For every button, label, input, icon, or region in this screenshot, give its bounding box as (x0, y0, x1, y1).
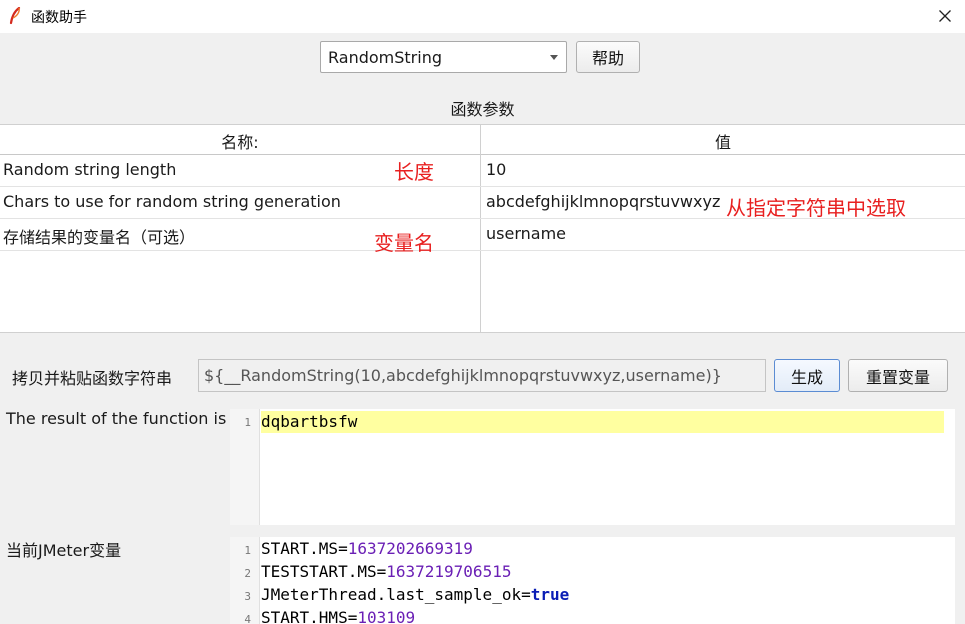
var-key: TESTSTART.MS (261, 562, 377, 581)
line-number: 4 (244, 613, 251, 624)
annotation-length: 长度 (394, 160, 434, 184)
result-text[interactable]: dqbartbsfw (261, 412, 357, 431)
param-name: Random string length (3, 160, 177, 179)
code-line: START.HMS=103109 (261, 608, 415, 624)
header-name[interactable]: 名称: (0, 129, 480, 153)
annotation-varname: 变量名 (374, 231, 434, 255)
var-equals: = (376, 562, 387, 581)
window-title: 函数助手 (31, 10, 87, 26)
var-value: 1637202669319 (347, 539, 473, 558)
close-button[interactable] (926, 0, 964, 32)
function-select-value: RandomString (328, 48, 442, 67)
title-bar: 函数助手 (0, 0, 965, 33)
var-equals: = (338, 539, 348, 558)
table-row[interactable]: Random string length 10 长度 (0, 155, 965, 187)
variables-editor[interactable]: 1 START.MS=1637202669319 2 TESTSTART.MS=… (230, 537, 955, 624)
line-number: 3 (244, 590, 251, 603)
params-table: 名称: 值 Random string length 10 长度 Chars t… (0, 124, 965, 333)
param-value[interactable]: abcdefghijklmnopqrstuvwxyz (486, 192, 720, 211)
table-row[interactable]: Chars to use for random string generatio… (0, 187, 965, 220)
current-line-highlight (261, 411, 944, 433)
code-line: TESTSTART.MS=1637219706515 (261, 562, 511, 581)
line-number: 1 (244, 416, 251, 429)
var-key: JMeterThread.last_sample_ok (261, 585, 522, 604)
help-button[interactable]: 帮助 (576, 41, 640, 73)
var-equals: = (347, 608, 358, 624)
reset-variables-button[interactable]: 重置变量 (848, 359, 948, 392)
table-header: 名称: 值 (0, 125, 965, 155)
param-name: Chars to use for random string generatio… (3, 192, 341, 211)
line-number: 1 (244, 544, 251, 557)
table-row[interactable]: 存储结果的变量名（可选） username 变量名 (0, 219, 965, 255)
param-value[interactable]: 10 (486, 160, 506, 179)
annotation-chars: 从指定字符串中选取 (726, 196, 906, 220)
copy-function-label: 拷贝并粘贴函数字符串 (12, 369, 173, 388)
var-value: 103109 (357, 608, 416, 624)
var-key: START.HMS (261, 608, 348, 624)
function-string-field[interactable]: ${__RandomString(10,abcdefghijklmnopqrst… (198, 359, 766, 392)
var-equals: = (521, 585, 531, 604)
var-value: 1637219706515 (386, 562, 512, 581)
line-number: 2 (244, 567, 251, 580)
code-line: START.MS=1637202669319 (261, 539, 473, 558)
result-editor[interactable]: 1 dqbartbsfw (230, 409, 955, 525)
param-value[interactable]: username (486, 224, 566, 243)
var-value: true (530, 585, 570, 604)
feather-icon (9, 7, 21, 25)
code-line: JMeterThread.last_sample_ok=true (261, 585, 569, 604)
params-section-title: 函数参数 (450, 100, 515, 119)
generate-button[interactable]: 生成 (774, 359, 840, 392)
close-icon (939, 10, 951, 22)
chevron-down-icon (550, 55, 558, 60)
header-value[interactable]: 值 (481, 129, 965, 153)
result-label: The result of the function is (6, 409, 227, 428)
var-key: START.MS (261, 539, 339, 558)
jmeter-variables-label: 当前JMeter变量 (6, 541, 122, 560)
param-name: 存储结果的变量名（可选） (3, 228, 196, 247)
function-select[interactable]: RandomString (320, 41, 567, 73)
